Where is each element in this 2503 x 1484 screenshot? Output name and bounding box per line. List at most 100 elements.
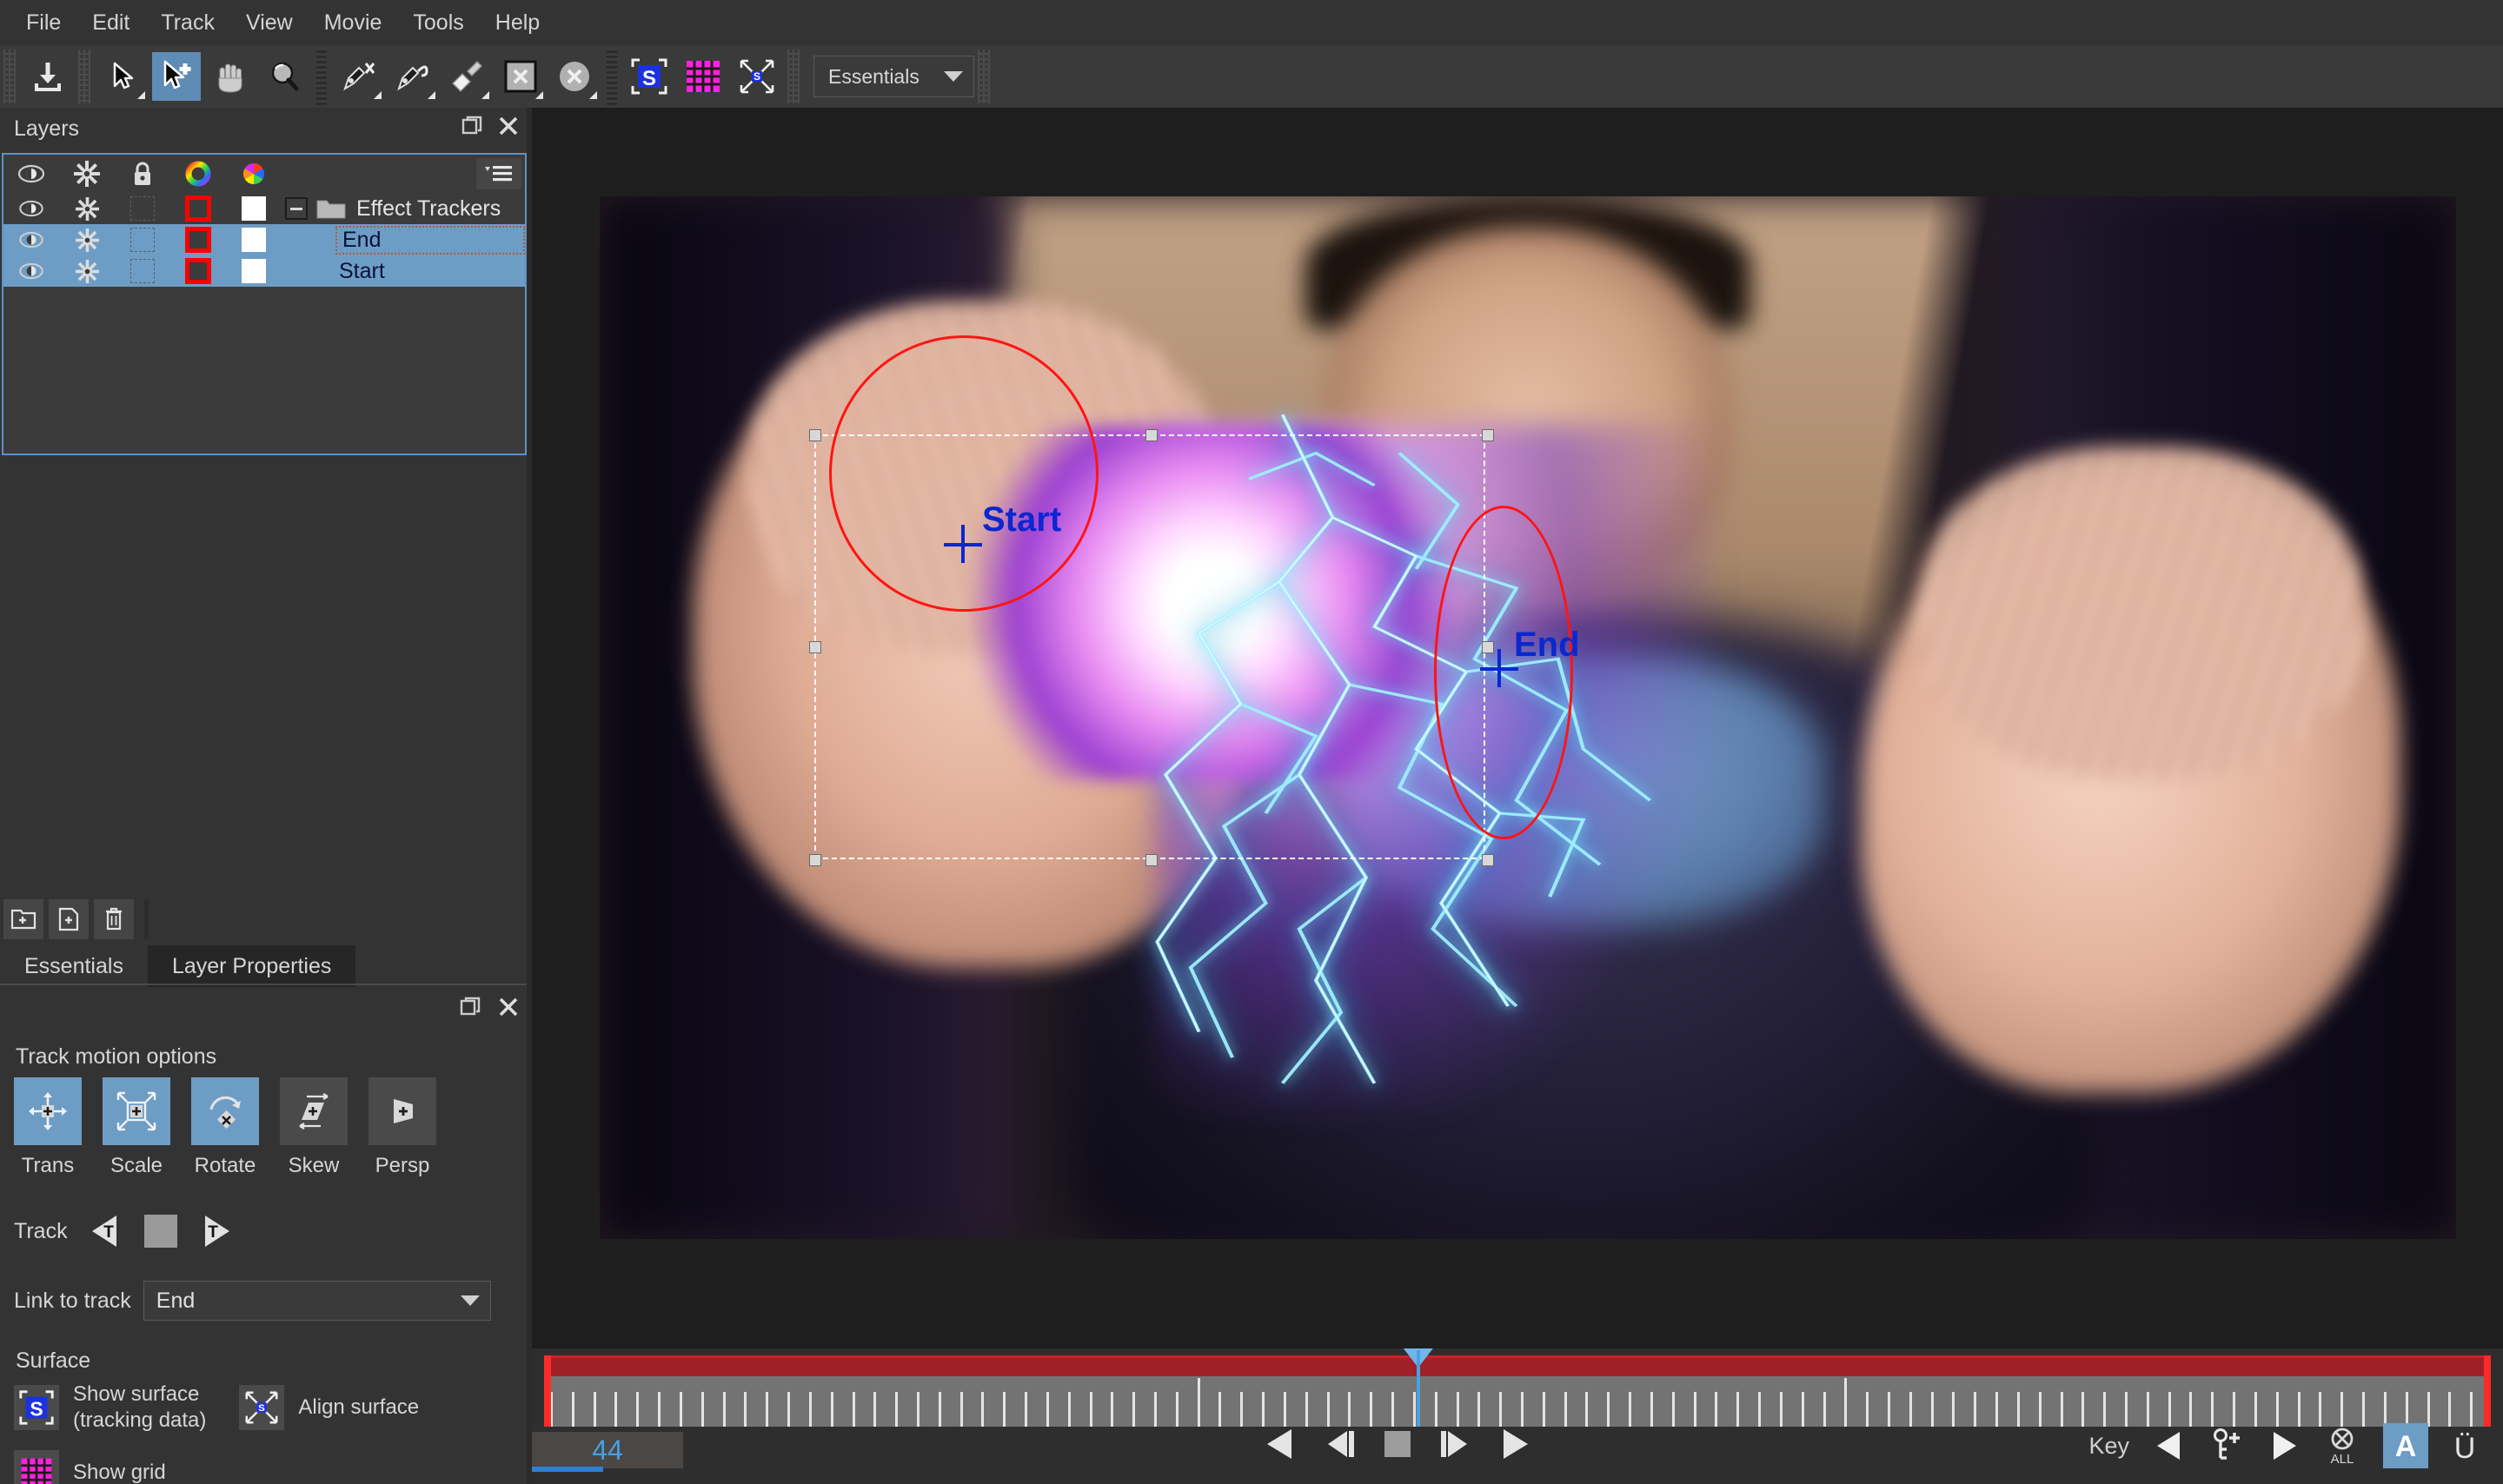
align-surface-icon[interactable]: S	[733, 52, 781, 101]
row-lock-checkbox[interactable]	[115, 196, 170, 221]
auto-key-icon[interactable]: A	[2383, 1423, 2428, 1468]
workspace-selector[interactable]: Essentials	[813, 56, 974, 97]
tool-options-corner-2[interactable]	[374, 91, 382, 99]
menu-item-tools[interactable]: Tools	[397, 7, 479, 39]
pan-hand-icon[interactable]	[206, 52, 255, 101]
brush-icon[interactable]	[442, 52, 491, 101]
stop-icon[interactable]	[1378, 1425, 1417, 1463]
layer-name-area[interactable]: End	[282, 224, 525, 255]
rotate-icon[interactable]	[191, 1077, 259, 1145]
motion-option-persp[interactable]: Persp	[368, 1077, 436, 1178]
float-panel-icon[interactable]	[461, 115, 483, 137]
tool-options-corner-6[interactable]	[589, 91, 597, 99]
link-to-track-select[interactable]: End	[143, 1281, 491, 1321]
gear-icon[interactable]	[59, 161, 115, 187]
row-outline-color-swatch[interactable]	[170, 227, 226, 253]
x-circle-icon[interactable]	[550, 52, 599, 101]
tab-essentials[interactable]: Essentials	[0, 945, 148, 987]
row-lock-checkbox[interactable]	[115, 228, 170, 252]
motion-option-scale[interactable]: Scale	[103, 1077, 170, 1178]
timeline-out-point-marker[interactable]	[2484, 1355, 2491, 1427]
new-folder-icon[interactable]	[3, 899, 43, 939]
viewer-area[interactable]: Start End	[532, 108, 2503, 1348]
toolbar-grip[interactable]	[3, 50, 16, 103]
tracker-crosshair-end[interactable]	[1480, 649, 1518, 687]
playhead[interactable]	[1416, 1350, 1420, 1427]
current-frame-field[interactable]: 44	[532, 1432, 683, 1468]
hamburger-menu-icon[interactable]	[476, 158, 521, 189]
float-panel-icon[interactable]	[459, 996, 481, 1018]
tool-options-corner-5[interactable]	[535, 91, 543, 99]
motion-option-rotate[interactable]: Rotate	[191, 1077, 259, 1178]
track-forward-icon[interactable]: T	[196, 1213, 235, 1249]
u-key-icon[interactable]: Ü	[2447, 1427, 2482, 1465]
row-gear-icon[interactable]	[59, 259, 115, 283]
menu-item-file[interactable]: File	[10, 7, 76, 39]
scale-icon[interactable]	[103, 1077, 170, 1145]
motion-option-skew[interactable]: Skew	[280, 1077, 348, 1178]
row-gear-icon[interactable]	[59, 228, 115, 252]
pen-close-shape-icon[interactable]	[388, 52, 437, 101]
lock-icon[interactable]	[115, 162, 170, 186]
row-outline-color-swatch[interactable]	[170, 195, 226, 222]
row-eye-icon[interactable]	[3, 200, 59, 217]
show-grid-icon[interactable]	[679, 52, 727, 101]
tool-options-corner[interactable]	[137, 91, 145, 99]
step-back-icon[interactable]	[1319, 1425, 1358, 1463]
eye-icon[interactable]	[3, 164, 59, 183]
toolbar-grip-3[interactable]	[787, 50, 800, 103]
new-layer-icon[interactable]	[49, 899, 89, 939]
tab-layer-properties[interactable]: Layer Properties	[147, 945, 356, 987]
delete-all-keys-icon[interactable]: ALL	[2320, 1424, 2364, 1467]
layer-row[interactable]: End	[3, 224, 525, 255]
perspective-icon[interactable]	[368, 1077, 436, 1145]
color-wheel-icon[interactable]	[226, 161, 282, 187]
track-stop-icon[interactable]	[143, 1215, 177, 1248]
x-square-icon[interactable]	[496, 52, 545, 101]
toolbar-grip-4[interactable]	[978, 50, 990, 103]
menu-item-help[interactable]: Help	[480, 7, 555, 39]
collapse-expander-icon[interactable]	[285, 197, 308, 220]
timeline-ruler[interactable]	[547, 1376, 2488, 1427]
layer-row[interactable]: Start	[3, 255, 525, 287]
delete-layer-icon[interactable]	[94, 899, 134, 939]
row-gear-icon[interactable]	[59, 196, 115, 221]
color-ring-icon[interactable]	[170, 161, 226, 187]
align-surface-icon[interactable]: S	[239, 1385, 285, 1430]
toolbar-grip-2[interactable]	[78, 50, 90, 103]
menu-item-track[interactable]: Track	[145, 7, 230, 39]
menu-item-edit[interactable]: Edit	[76, 7, 145, 39]
layer-row[interactable]: Effect Trackers	[3, 193, 525, 224]
show-grid-icon[interactable]	[14, 1450, 59, 1484]
row-fill-color-swatch[interactable]	[226, 228, 282, 252]
close-icon[interactable]	[497, 996, 520, 1018]
track-backward-icon[interactable]: T	[87, 1213, 125, 1249]
tracker-crosshair-start[interactable]	[944, 525, 982, 563]
row-eye-icon[interactable]	[3, 262, 59, 280]
motion-option-trans[interactable]: Trans	[14, 1077, 82, 1178]
row-eye-icon[interactable]	[3, 231, 59, 248]
show-surface-icon[interactable]: S	[14, 1385, 59, 1430]
step-forward-icon[interactable]	[1437, 1425, 1476, 1463]
play-reverse-icon[interactable]	[1260, 1425, 1298, 1463]
add-key-icon[interactable]	[2208, 1427, 2246, 1465]
row-fill-color-swatch[interactable]	[226, 196, 282, 221]
row-lock-checkbox[interactable]	[115, 259, 170, 283]
layer-name-editor[interactable]: End	[335, 225, 525, 255]
show-surface-icon[interactable]: S	[625, 52, 674, 101]
play-forward-icon[interactable]	[1497, 1425, 1535, 1463]
prev-key-icon[interactable]	[2152, 1428, 2188, 1464]
timeline-in-point-marker[interactable]	[544, 1355, 551, 1427]
layers-list-box[interactable]: Effect Trackers End Start	[2, 153, 527, 455]
tool-options-corner-3[interactable]	[428, 91, 435, 99]
create-tracker-cursor-icon[interactable]	[152, 52, 201, 101]
layer-name-area[interactable]: Effect Trackers	[282, 193, 525, 224]
next-key-icon[interactable]	[2265, 1428, 2301, 1464]
menu-item-movie[interactable]: Movie	[309, 7, 398, 39]
row-outline-color-swatch[interactable]	[170, 258, 226, 284]
skew-icon[interactable]	[280, 1077, 348, 1145]
row-fill-color-swatch[interactable]	[226, 259, 282, 283]
video-frame[interactable]: Start End	[600, 196, 2456, 1239]
tracker-ellipse-start[interactable]	[829, 335, 1099, 612]
tool-options-corner-4[interactable]	[481, 91, 489, 99]
